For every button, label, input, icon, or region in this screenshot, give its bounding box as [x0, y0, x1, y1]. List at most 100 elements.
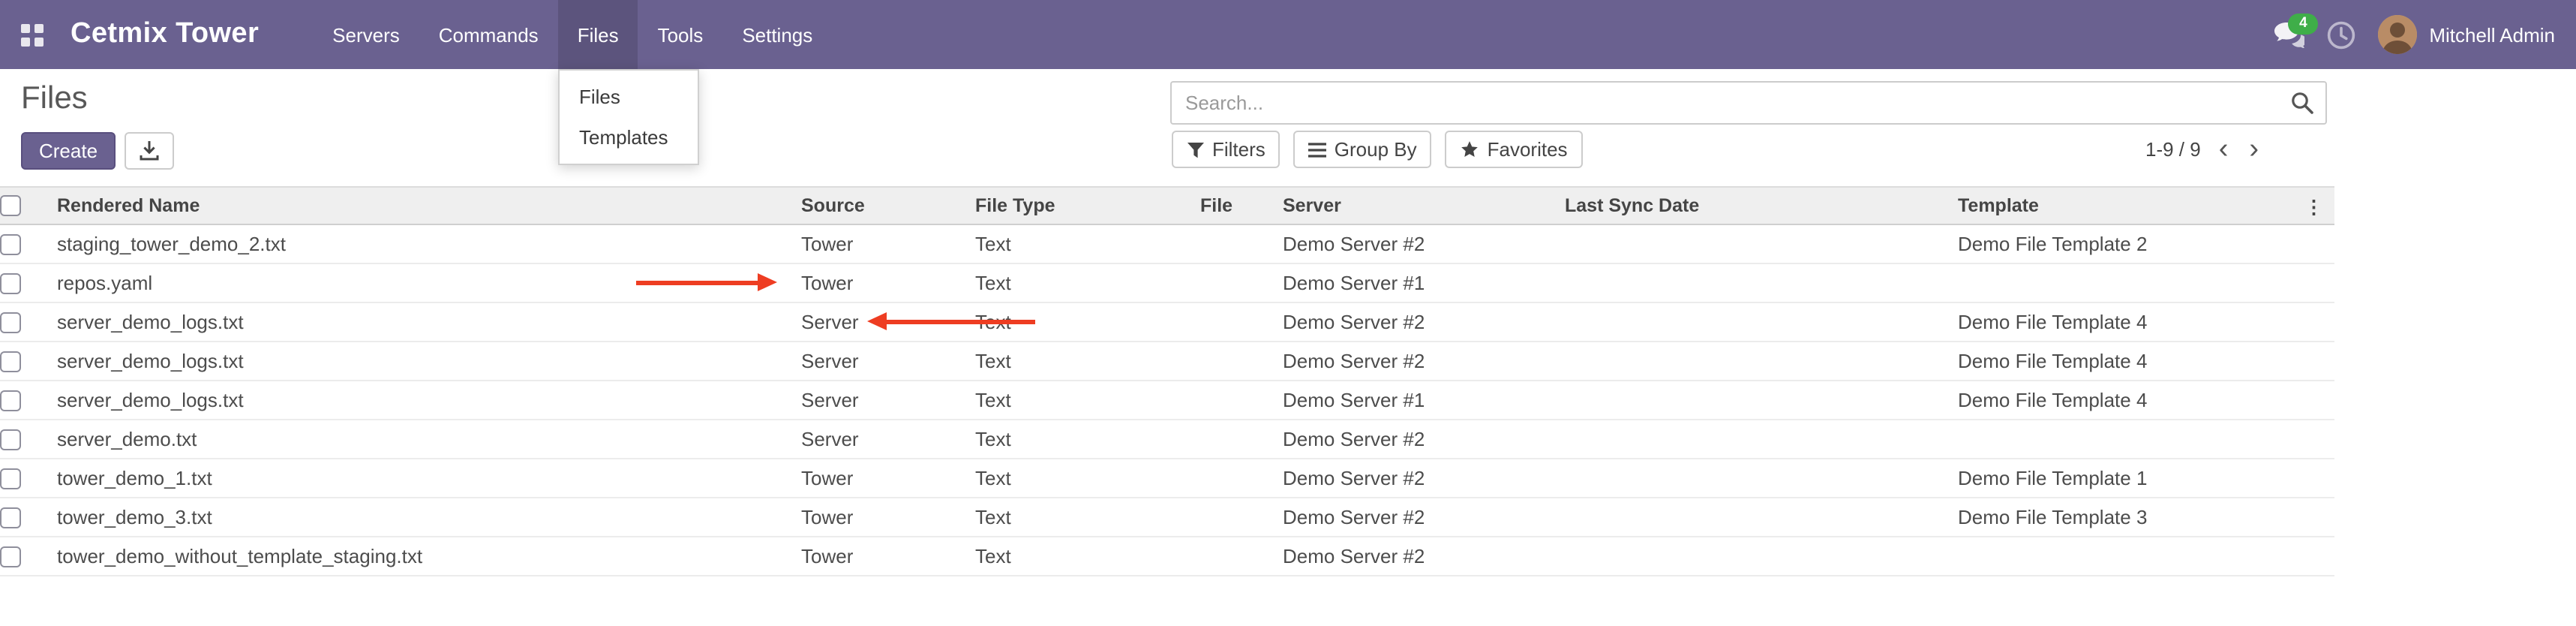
- cell-file-type[interactable]: Text: [975, 498, 1200, 537]
- table-row[interactable]: server_demo_logs.txtServerTextDemo Serve…: [0, 342, 2334, 381]
- cell-last-sync-date[interactable]: [1565, 459, 1958, 498]
- row-checkbox[interactable]: [0, 235, 21, 256]
- cell-rendered-name[interactable]: server_demo_logs.txt: [57, 342, 801, 381]
- cell-source[interactable]: Server: [801, 381, 975, 420]
- col-file-type[interactable]: File Type: [975, 187, 1200, 224]
- cell-rendered-name[interactable]: tower_demo_without_template_staging.txt: [57, 537, 801, 576]
- cell-rendered-name[interactable]: repos.yaml: [57, 263, 801, 302]
- table-row[interactable]: tower_demo_1.txtTowerTextDemo Server #2D…: [0, 459, 2334, 498]
- cell-source[interactable]: Tower: [801, 459, 975, 498]
- col-server[interactable]: Server: [1283, 187, 1565, 224]
- table-row[interactable]: repos.yamlTowerText Demo Server #1: [0, 263, 2334, 302]
- menu-files[interactable]: Files: [558, 0, 638, 69]
- cell-template[interactable]: Demo File Template 1: [1958, 459, 2304, 498]
- cell-source[interactable]: Tower: [801, 263, 975, 302]
- dropdown-item-files[interactable]: Files: [560, 77, 698, 117]
- cell-last-sync-date[interactable]: [1565, 224, 1958, 263]
- cell-server[interactable]: Demo Server #2: [1283, 224, 1565, 263]
- cell-template[interactable]: Demo File Template 2: [1958, 224, 2304, 263]
- cell-source[interactable]: Tower: [801, 224, 975, 263]
- cell-template[interactable]: Demo File Template 3: [1958, 498, 2304, 537]
- download-button[interactable]: [125, 132, 174, 170]
- cell-rendered-name[interactable]: server_demo_logs.txt: [57, 302, 801, 342]
- cell-template[interactable]: [1958, 420, 2304, 459]
- pager-previous-button[interactable]: ‹: [2216, 135, 2232, 164]
- cell-file-type[interactable]: Text: [975, 302, 1200, 342]
- cell-source[interactable]: Server: [801, 302, 975, 342]
- table-row[interactable]: tower_demo_without_template_staging.txt T…: [0, 537, 2334, 576]
- menu-servers[interactable]: Servers: [313, 0, 419, 69]
- row-checkbox[interactable]: [0, 547, 21, 568]
- column-options-icon[interactable]: ⋮: [2304, 187, 2334, 224]
- cell-last-sync-date[interactable]: [1565, 420, 1958, 459]
- cell-rendered-name[interactable]: tower_demo_3.txt: [57, 498, 801, 537]
- pager-next-button[interactable]: ›: [2246, 135, 2262, 164]
- search-icon[interactable]: [2291, 92, 2313, 114]
- table-row[interactable]: server_demo_logs.txtServerText Demo Serve…: [0, 302, 2334, 342]
- cell-last-sync-date[interactable]: [1565, 498, 1958, 537]
- favorites-button[interactable]: Favorites: [1446, 131, 1583, 168]
- cell-template[interactable]: Demo File Template 4: [1958, 302, 2304, 342]
- table-row[interactable]: server_demo.txtServerTextDemo Server #2: [0, 420, 2334, 459]
- cell-file-type[interactable]: Text: [975, 459, 1200, 498]
- menu-settings[interactable]: Settings: [722, 0, 832, 69]
- row-checkbox[interactable]: [0, 430, 21, 451]
- cell-file[interactable]: [1200, 342, 1283, 381]
- cell-last-sync-date[interactable]: [1565, 381, 1958, 420]
- search-input[interactable]: [1172, 92, 2291, 114]
- cell-file[interactable]: [1200, 263, 1283, 302]
- cell-server[interactable]: Demo Server #2: [1283, 342, 1565, 381]
- cell-template[interactable]: [1958, 263, 2304, 302]
- cell-server[interactable]: Demo Server #1: [1283, 381, 1565, 420]
- app-title[interactable]: Cetmix Tower: [71, 18, 259, 51]
- cell-server[interactable]: Demo Server #1: [1283, 263, 1565, 302]
- cell-file-type[interactable]: Text: [975, 224, 1200, 263]
- col-source[interactable]: Source: [801, 187, 975, 224]
- menu-commands[interactable]: Commands: [419, 0, 558, 69]
- cell-rendered-name[interactable]: staging_tower_demo_2.txt: [57, 224, 801, 263]
- select-all-checkbox[interactable]: [0, 196, 21, 217]
- apps-grid-icon[interactable]: [21, 23, 44, 46]
- cell-file[interactable]: [1200, 537, 1283, 576]
- cell-template[interactable]: [1958, 537, 2304, 576]
- col-last-sync-date[interactable]: Last Sync Date: [1565, 187, 1958, 224]
- cell-file-type[interactable]: Text: [975, 342, 1200, 381]
- cell-file[interactable]: [1200, 224, 1283, 263]
- cell-server[interactable]: Demo Server #2: [1283, 302, 1565, 342]
- cell-file[interactable]: [1200, 381, 1283, 420]
- cell-source[interactable]: Tower: [801, 498, 975, 537]
- dropdown-item-templates[interactable]: Templates: [560, 117, 698, 158]
- cell-server[interactable]: Demo Server #2: [1283, 420, 1565, 459]
- create-button[interactable]: Create: [21, 132, 116, 170]
- cell-last-sync-date[interactable]: [1565, 263, 1958, 302]
- cell-rendered-name[interactable]: tower_demo_1.txt: [57, 459, 801, 498]
- group-by-button[interactable]: Group By: [1294, 131, 1432, 168]
- cell-file[interactable]: [1200, 302, 1283, 342]
- messages-icon[interactable]: 4: [2274, 22, 2304, 47]
- cell-file[interactable]: [1200, 420, 1283, 459]
- row-checkbox[interactable]: [0, 352, 21, 373]
- cell-server[interactable]: Demo Server #2: [1283, 537, 1565, 576]
- table-row[interactable]: tower_demo_3.txtTowerText Demo Server #2 D…: [0, 498, 2334, 537]
- cell-last-sync-date[interactable]: [1565, 342, 1958, 381]
- col-template[interactable]: Template: [1958, 187, 2304, 224]
- row-checkbox[interactable]: [0, 508, 21, 529]
- cell-file-type[interactable]: Text: [975, 263, 1200, 302]
- cell-rendered-name[interactable]: server_demo_logs.txt: [57, 381, 801, 420]
- cell-template[interactable]: Demo File Template 4: [1958, 381, 2304, 420]
- row-checkbox[interactable]: [0, 469, 21, 490]
- user-menu[interactable]: Mitchell Admin: [2378, 15, 2555, 54]
- cell-file[interactable]: [1200, 498, 1283, 537]
- row-checkbox[interactable]: [0, 313, 21, 334]
- filters-button[interactable]: Filters: [1172, 131, 1280, 168]
- table-row[interactable]: server_demo_logs.txtServerTextDemo Serve…: [0, 381, 2334, 420]
- cell-rendered-name[interactable]: server_demo.txt: [57, 420, 801, 459]
- cell-last-sync-date[interactable]: [1565, 302, 1958, 342]
- cell-last-sync-date[interactable]: [1565, 537, 1958, 576]
- cell-file-type[interactable]: Text: [975, 537, 1200, 576]
- cell-server[interactable]: Demo Server #2: [1283, 498, 1565, 537]
- cell-file[interactable]: [1200, 459, 1283, 498]
- table-row[interactable]: staging_tower_demo_2.txtTowerText Demo Se…: [0, 224, 2334, 263]
- menu-tools[interactable]: Tools: [638, 0, 723, 69]
- row-checkbox[interactable]: [0, 274, 21, 295]
